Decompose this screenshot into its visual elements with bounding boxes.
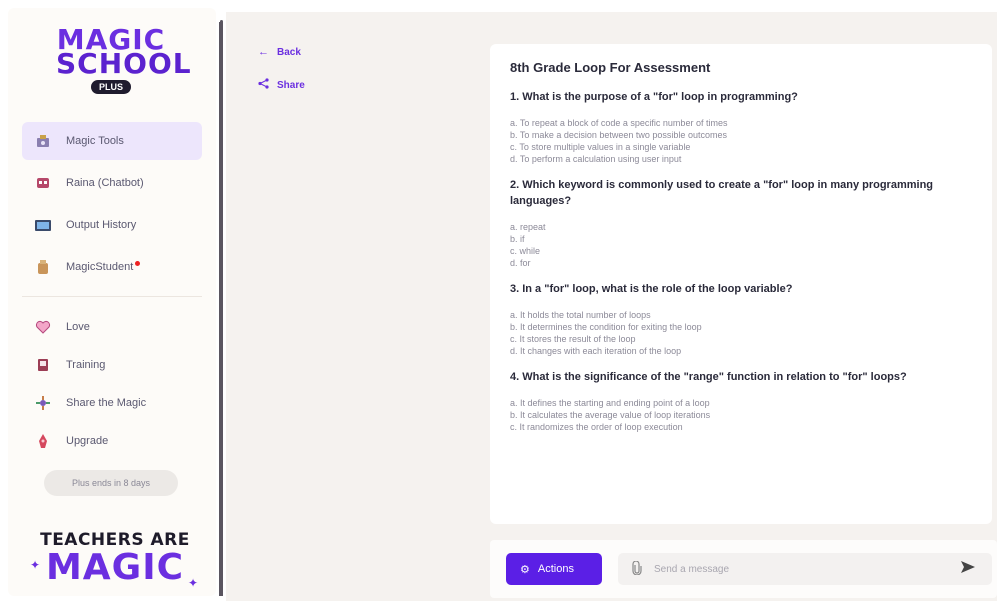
sparkle-icon: ✦ — [30, 558, 41, 572]
option: c. while — [510, 246, 541, 256]
question-text: 1. What is the purpose of a "for" loop i… — [510, 91, 798, 103]
message-input[interactable] — [654, 563, 934, 575]
attachment-icon[interactable] — [632, 559, 642, 578]
teachers-are-magic-banner: TEACHERS ARE MAGIC ✦ ✦ — [30, 530, 200, 590]
magic-tools-icon — [34, 132, 52, 150]
plan-status-pill[interactable]: Plus ends in 8 days — [44, 470, 178, 496]
sidebar-item-upgrade[interactable]: Upgrade — [22, 423, 202, 459]
sidebar-item-output-history[interactable]: Output History — [22, 206, 202, 244]
back-button[interactable]: ← Back — [258, 46, 301, 58]
sidebar-item-label: Magic Tools — [66, 135, 124, 147]
message-input-container — [618, 553, 992, 585]
back-label: Back — [277, 46, 301, 58]
arrow-left-icon: ← — [258, 46, 269, 58]
send-icon[interactable] — [960, 560, 976, 579]
option: d. To perform a calculation using user i… — [510, 154, 682, 164]
question-text: 2. Which keyword is commonly used to cre… — [510, 179, 934, 207]
sidebar-item-label: Training — [66, 359, 106, 371]
sidebar-item-label: Love — [66, 321, 90, 333]
notification-dot — [135, 260, 141, 266]
sparkle-icon: ✦ — [187, 576, 198, 590]
share-label: Share — [277, 79, 305, 91]
question-options: a. To repeat a block of code a specific … — [510, 117, 972, 165]
question-text: 4. What is the significance of the "rang… — [510, 371, 907, 383]
chatbot-icon — [34, 174, 52, 192]
actions-button[interactable]: ⚙ Actions — [506, 553, 602, 585]
heart-icon — [34, 318, 52, 336]
sidebar-item-share-magic[interactable]: Share the Magic — [22, 385, 202, 421]
magic-student-icon — [34, 258, 52, 276]
output-history-icon — [34, 216, 52, 234]
sidebar-item-label: Raina (Chatbot) — [66, 177, 144, 189]
sidebar-item-label: Share the Magic — [66, 397, 147, 409]
document-title: 8th Grade Loop For Assessment — [510, 60, 711, 75]
option: a. It holds the total number of loops — [510, 310, 651, 320]
option: b. It calculates the average value of lo… — [510, 410, 711, 420]
question-options: a. It defines the starting and ending po… — [510, 397, 972, 433]
question-text: 3. In a "for" loop, what is the role of … — [510, 283, 793, 295]
logo-line-2: SCHOOL — [56, 47, 192, 80]
tagline-bottom: MAGIC — [45, 547, 185, 588]
option: a. repeat — [510, 222, 546, 232]
sidebar-item-label: Output History — [66, 219, 137, 231]
actions-label: Actions — [537, 563, 574, 575]
sidebar-item-magic-tools[interactable]: Magic Tools — [22, 122, 202, 160]
question-options: a. It holds the total number of loops b.… — [510, 309, 972, 357]
share-button[interactable]: Share — [258, 78, 305, 92]
primary-nav: Magic Tools Raina (Chatbot) Output Histo… — [22, 122, 202, 461]
share-magic-icon — [34, 394, 52, 412]
magic-school-logo[interactable]: MAGIC SCHOOL PLUS — [56, 26, 192, 118]
gear-icon: ⚙ — [520, 563, 530, 576]
option: d. It changes with each iteration of the… — [510, 346, 682, 356]
option: b. To make a decision between two possib… — [510, 130, 727, 140]
option: d. for — [510, 258, 531, 268]
nav-divider — [22, 296, 202, 297]
share-icon — [258, 78, 269, 92]
option: a. It defines the starting and ending po… — [510, 398, 710, 408]
sidebar-item-love[interactable]: Love — [22, 309, 202, 345]
option: b. if — [510, 234, 525, 244]
sidebar-item-training[interactable]: Training — [22, 347, 202, 383]
option: c. To store multiple values in a single … — [510, 142, 691, 152]
sidebar: MAGIC SCHOOL PLUS Magic Tools Raina (Cha… — [8, 8, 216, 596]
option: b. It determines the condition for exiti… — [510, 322, 702, 332]
training-icon — [34, 356, 52, 374]
sidebar-item-label: MagicStudent — [66, 261, 134, 273]
option: a. To repeat a block of code a specific … — [510, 118, 728, 128]
option: c. It stores the result of the loop — [510, 334, 636, 344]
sidebar-item-magic-student[interactable]: MagicStudent — [22, 248, 202, 286]
sidebar-item-chatbot[interactable]: Raina (Chatbot) — [22, 164, 202, 202]
upgrade-icon — [34, 432, 52, 450]
output-document: 8th Grade Loop For Assessment 1. What is… — [490, 44, 992, 524]
question-options: a. repeat b. if c. while d. for — [510, 221, 972, 269]
option: c. It randomizes the order of loop execu… — [510, 422, 683, 432]
sidebar-item-label: Upgrade — [66, 435, 109, 447]
sidebar-divider[interactable] — [219, 22, 223, 596]
plus-badge: PLUS — [90, 80, 131, 94]
